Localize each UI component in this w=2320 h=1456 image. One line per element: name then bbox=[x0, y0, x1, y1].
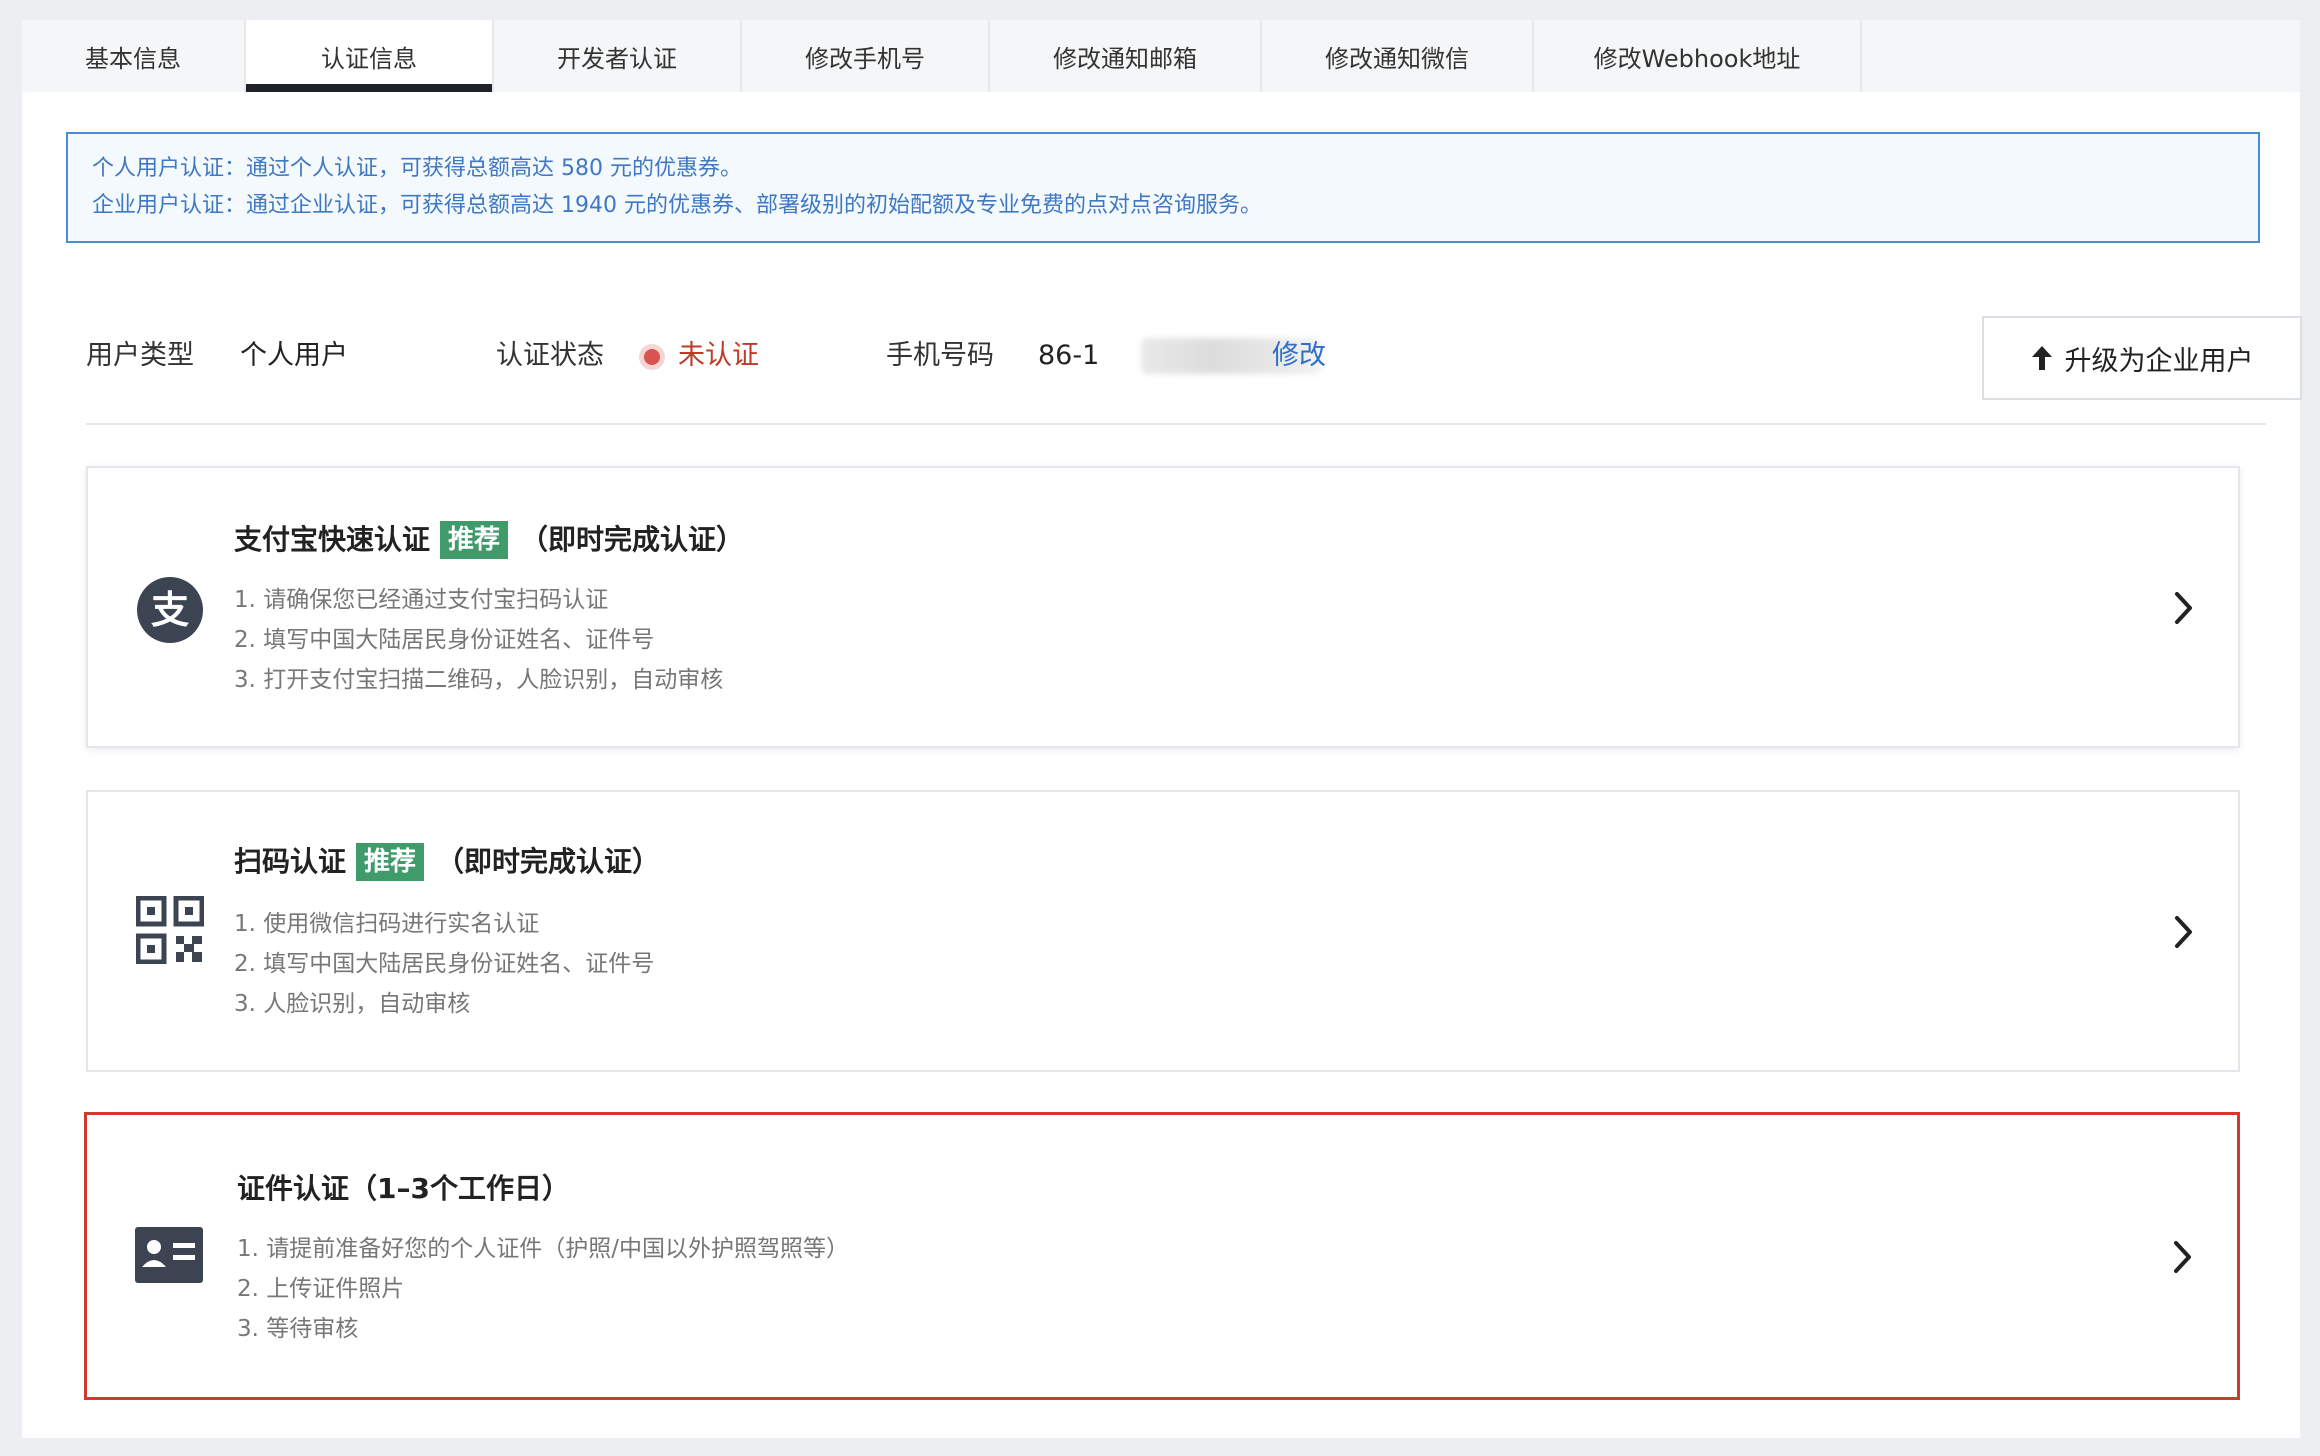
edit-phone-link[interactable]: 修改 bbox=[1272, 336, 1326, 376]
step-item: 3. 人脸识别，自动审核 bbox=[234, 991, 471, 1017]
card-title: 证件认证（1–3个工作日） bbox=[237, 1169, 570, 1209]
tab-change-webhook[interactable]: 修改Webhook地址 bbox=[1534, 20, 1862, 92]
phone-value: 86-1 bbox=[1038, 340, 1100, 371]
account-info-row: 用户类型 个人用户 认证状态 未认证 手机号码 86-1 修改 升级为企业用户 bbox=[86, 316, 2302, 400]
card-title: 扫码认证 推荐 （即时完成认证） bbox=[234, 842, 660, 882]
card-title-suffix: （即时完成认证） bbox=[520, 523, 745, 556]
notice-enterprise: 企业用户认证：通过企业认证，可获得总额高达 1940 元的优惠券、部署级别的初始… bbox=[92, 193, 1262, 218]
phone-label: 手机号码 bbox=[886, 340, 994, 371]
tab-change-wechat[interactable]: 修改通知微信 bbox=[1262, 20, 1534, 92]
status-label: 认证状态 bbox=[496, 340, 604, 371]
step-item: 1. 请提前准备好您的个人证件（护照/中国以外护照驾照等） bbox=[237, 1236, 850, 1262]
tab-basic-info[interactable]: 基本信息 bbox=[22, 20, 246, 92]
card-title-text: 支付宝快速认证 bbox=[234, 523, 431, 556]
divider bbox=[86, 423, 2266, 425]
svg-text:支: 支 bbox=[151, 588, 189, 632]
card-title-suffix: （即时完成认证） bbox=[436, 845, 661, 878]
notice-personal: 个人用户认证：通过个人认证，可获得总额高达 580 元的优惠券。 bbox=[92, 156, 742, 181]
step-item: 3. 等待审核 bbox=[237, 1316, 359, 1342]
chevron-right-icon bbox=[2170, 588, 2198, 628]
step-item: 1. 使用微信扫码进行实名认证 bbox=[234, 911, 540, 937]
tab-certification-info[interactable]: 认证信息 bbox=[246, 20, 494, 92]
user-type-value: 个人用户 bbox=[240, 340, 348, 371]
card-title-text: 扫码认证 bbox=[234, 845, 347, 878]
alipay-certification-card[interactable]: 支 支付宝快速认证 推荐 （即时完成认证） 1. 请确保您已经通过支付宝扫码认证… bbox=[86, 466, 2240, 748]
status-value: 未认证 bbox=[678, 340, 759, 371]
step-item: 2. 上传证件照片 bbox=[237, 1276, 405, 1302]
arrow-up-icon bbox=[2031, 345, 2053, 371]
step-item: 2. 填写中国大陆居民身份证姓名、证件号 bbox=[234, 627, 655, 653]
card-steps: 1. 使用微信扫码进行实名认证 2. 填写中国大陆居民身份证姓名、证件号 3. … bbox=[234, 904, 654, 1024]
recommended-badge: 推荐 bbox=[440, 521, 509, 559]
id-card-icon bbox=[135, 1227, 203, 1295]
card-title: 支付宝快速认证 推荐 （即时完成认证） bbox=[234, 520, 744, 560]
id-certification-card[interactable]: 证件认证（1–3个工作日） 1. 请提前准备好您的个人证件（护照/中国以外护照驾… bbox=[84, 1112, 2240, 1400]
chevron-right-icon bbox=[2169, 1237, 2197, 1277]
alipay-icon: 支 bbox=[136, 576, 204, 644]
recommended-badge: 推荐 bbox=[356, 843, 425, 881]
tab-developer-certification[interactable]: 开发者认证 bbox=[494, 20, 742, 92]
qr-certification-card[interactable]: 扫码认证 推荐 （即时完成认证） 1. 使用微信扫码进行实名认证 2. 填写中国… bbox=[86, 790, 2240, 1072]
qr-code-icon bbox=[135, 895, 205, 965]
card-steps: 1. 请提前准备好您的个人证件（护照/中国以外护照驾照等） 2. 上传证件照片 … bbox=[237, 1229, 849, 1349]
tab-change-email[interactable]: 修改通知邮箱 bbox=[990, 20, 1262, 92]
certification-notice: 个人用户认证：通过个人认证，可获得总额高达 580 元的优惠券。 企业用户认证：… bbox=[66, 132, 2260, 243]
status-dot-icon bbox=[644, 349, 660, 365]
card-title-text: 证件认证（1–3个工作日） bbox=[237, 1172, 570, 1205]
chevron-right-icon bbox=[2170, 912, 2198, 952]
step-item: 3. 打开支付宝扫描二维码，人脸识别，自动审核 bbox=[234, 667, 724, 693]
user-type-label: 用户类型 bbox=[86, 340, 194, 371]
tab-bar: 基本信息 认证信息 开发者认证 修改手机号 修改通知邮箱 修改通知微信 修改We… bbox=[22, 20, 2300, 92]
tab-change-phone[interactable]: 修改手机号 bbox=[742, 20, 990, 92]
upgrade-label: 升级为企业用户 bbox=[2064, 345, 2254, 377]
step-item: 1. 请确保您已经通过支付宝扫码认证 bbox=[234, 587, 609, 613]
main-panel: 基本信息 认证信息 开发者认证 修改手机号 修改通知邮箱 修改通知微信 修改We… bbox=[22, 20, 2302, 1438]
upgrade-enterprise-button[interactable]: 升级为企业用户 bbox=[1982, 316, 2302, 400]
step-item: 2. 填写中国大陆居民身份证姓名、证件号 bbox=[234, 951, 655, 977]
card-steps: 1. 请确保您已经通过支付宝扫码认证 2. 填写中国大陆居民身份证姓名、证件号 … bbox=[234, 580, 723, 700]
